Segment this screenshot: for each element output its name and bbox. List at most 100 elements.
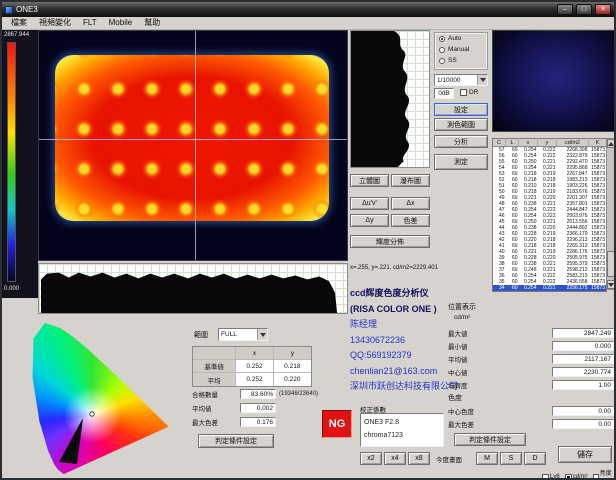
row-label: 平均 — [193, 373, 236, 386]
stat-value: 2230.774 — [552, 367, 614, 377]
stat-extra: (19346/23640) — [279, 391, 318, 397]
column-header: K — [589, 139, 607, 147]
range-label: 範圍 — [194, 330, 208, 340]
mode-label: Manual — [448, 46, 469, 53]
minimize-button[interactable]: – — [557, 4, 573, 15]
stat-row: 均齊度1.00 — [448, 378, 614, 391]
scrollbar-thumb[interactable] — [607, 251, 615, 277]
stat-row: 最大色差0.00 — [448, 417, 614, 430]
cie-pointer — [31, 320, 181, 475]
column-header: x — [519, 139, 538, 147]
cursor-readout: x=.255, y=.221, cd/m2=2229.401 — [350, 265, 438, 271]
scroll-up-icon[interactable] — [607, 139, 615, 148]
zoom-button[interactable]: x4 — [384, 452, 406, 465]
chevron-down-icon[interactable] — [477, 75, 487, 85]
reference-image[interactable] — [492, 30, 616, 132]
cell-x: 0.252 — [236, 373, 273, 386]
dr-check[interactable]: DR — [460, 89, 478, 96]
table-cell: 15873 — [589, 285, 607, 292]
column-header: L — [506, 139, 519, 147]
radio-icon[interactable] — [439, 58, 445, 64]
screen-label: 今度畫面 — [436, 454, 462, 464]
radio-icon[interactable] — [439, 36, 445, 42]
analyze-button[interactable]: 分析 — [434, 135, 488, 148]
mode-label: Auto — [448, 35, 461, 42]
scroll-down-icon[interactable] — [607, 280, 615, 289]
mode-manual[interactable]: Manual — [435, 44, 487, 55]
reference-table: x y 基準値 0.252 0.218 平均 0.252 0.220 — [192, 346, 312, 387]
stat-value: 2847.249 — [552, 328, 614, 338]
zoom-button[interactable]: x2 — [360, 452, 382, 465]
stat-value: 0.00 — [552, 419, 614, 429]
screen-button[interactable]: S — [500, 452, 522, 465]
stat-label: 中心値 — [448, 367, 552, 377]
col-x-header: x — [236, 347, 273, 359]
title-bar[interactable]: ONE3 – □ ✕ — [2, 2, 614, 17]
maximize-button[interactable]: □ — [576, 4, 592, 15]
position-rows: 最大値2847.249最小値0.000平均値2117.167中心値2230.77… — [448, 326, 614, 391]
shutter-value: 1/10000 — [437, 77, 461, 84]
stat-value: 83.60% — [240, 389, 276, 399]
checkbox-icon[interactable] — [565, 474, 572, 480]
stat-label: 平均値 — [448, 354, 552, 364]
position-judge-settings-button[interactable]: 判定條件設定 — [454, 433, 526, 446]
crosshair-horizontal[interactable] — [39, 139, 347, 140]
mode-ss[interactable]: SS — [435, 55, 487, 66]
camera-serial: chroma7123 — [364, 429, 440, 442]
zoom-button[interactable]: x8 — [408, 452, 430, 465]
footer-check[interactable]: Lv6 — [542, 474, 560, 480]
delta-y-button[interactable]: Δy — [350, 214, 389, 227]
close-button[interactable]: ✕ — [595, 4, 611, 15]
table-row[interactable]: 34600.2540.2212256.17515873 — [493, 285, 607, 292]
color-diff-button[interactable]: 色差 — [391, 214, 430, 227]
table-scrollbar[interactable] — [606, 138, 616, 290]
menu-item[interactable]: Mobile — [103, 17, 139, 29]
range-select[interactable]: FULL — [218, 328, 268, 341]
measure-range-button[interactable]: 測色範圍 — [434, 118, 488, 131]
stat-label: 最大色差 — [192, 417, 240, 427]
horizontal-profile-plot — [38, 263, 348, 314]
shutter-select[interactable]: 1/10000 — [434, 74, 488, 86]
judge-settings-button[interactable]: 判定條件設定 — [198, 434, 274, 448]
checkbox-label: cd/m² — [573, 474, 588, 480]
footer-checks: Lv6 cd/m² 亮度値 — [542, 468, 614, 480]
camera-model: ONE3 F2.8 — [364, 416, 440, 429]
cell-x: 0.252 — [236, 360, 273, 372]
unit-label: cd/m² — [454, 314, 470, 321]
cie-diagram[interactable] — [26, 318, 186, 478]
colorbar-min-label: 0.000 — [4, 286, 19, 292]
checkbox-icon[interactable] — [542, 474, 549, 480]
stat-row: 合格數量83.60%(19346/23640) — [192, 387, 352, 401]
footer-check[interactable]: 亮度値 — [593, 468, 614, 480]
mode-auto[interactable]: Auto — [435, 33, 487, 44]
set-button[interactable]: 設定 — [434, 103, 488, 116]
screen-button[interactable]: M — [476, 452, 498, 465]
menu-item[interactable]: FLT — [77, 17, 103, 29]
horizontal-profile-curve — [39, 264, 347, 313]
chevron-down-icon[interactable] — [257, 329, 267, 340]
menu-item[interactable]: 視頻變化 — [33, 17, 77, 29]
stat-value: 2117.167 — [552, 354, 614, 364]
footer-check[interactable]: cd/m² — [565, 474, 588, 480]
stat-value: 0.176 — [240, 417, 276, 427]
app-window: ONE3 – □ ✕ 檔案視頻變化FLTMobile幫助 2867.944 0.… — [0, 0, 616, 480]
menu-item[interactable]: 幫助 — [138, 17, 166, 29]
delta-x-button[interactable]: Δx — [391, 197, 430, 210]
checkbox-icon[interactable] — [593, 474, 599, 480]
delta-uv-button[interactable]: Δu'v' — [350, 197, 389, 210]
panel-luminance-blob — [55, 55, 329, 221]
table-cell: 34 — [493, 285, 506, 292]
checkbox-icon[interactable] — [460, 89, 467, 96]
save-button[interactable]: 儲存 — [558, 446, 612, 463]
solid-view-button[interactable]: 立體圖 — [350, 174, 389, 187]
waterfall-view-button[interactable]: 瀑布圖 — [391, 174, 430, 187]
corner-cell — [193, 347, 236, 359]
measure-button[interactable]: 測定 — [434, 154, 488, 170]
crosshair-vertical[interactable] — [195, 31, 196, 260]
distribution-button[interactable]: 輝度分佈 — [350, 235, 430, 248]
luminance-heatmap[interactable] — [38, 30, 348, 261]
screen-button[interactable]: D — [524, 452, 546, 465]
radio-icon[interactable] — [439, 47, 445, 53]
table-row: 平均 0.252 0.220 — [193, 373, 311, 386]
menu-item[interactable]: 檔案 — [5, 17, 33, 29]
